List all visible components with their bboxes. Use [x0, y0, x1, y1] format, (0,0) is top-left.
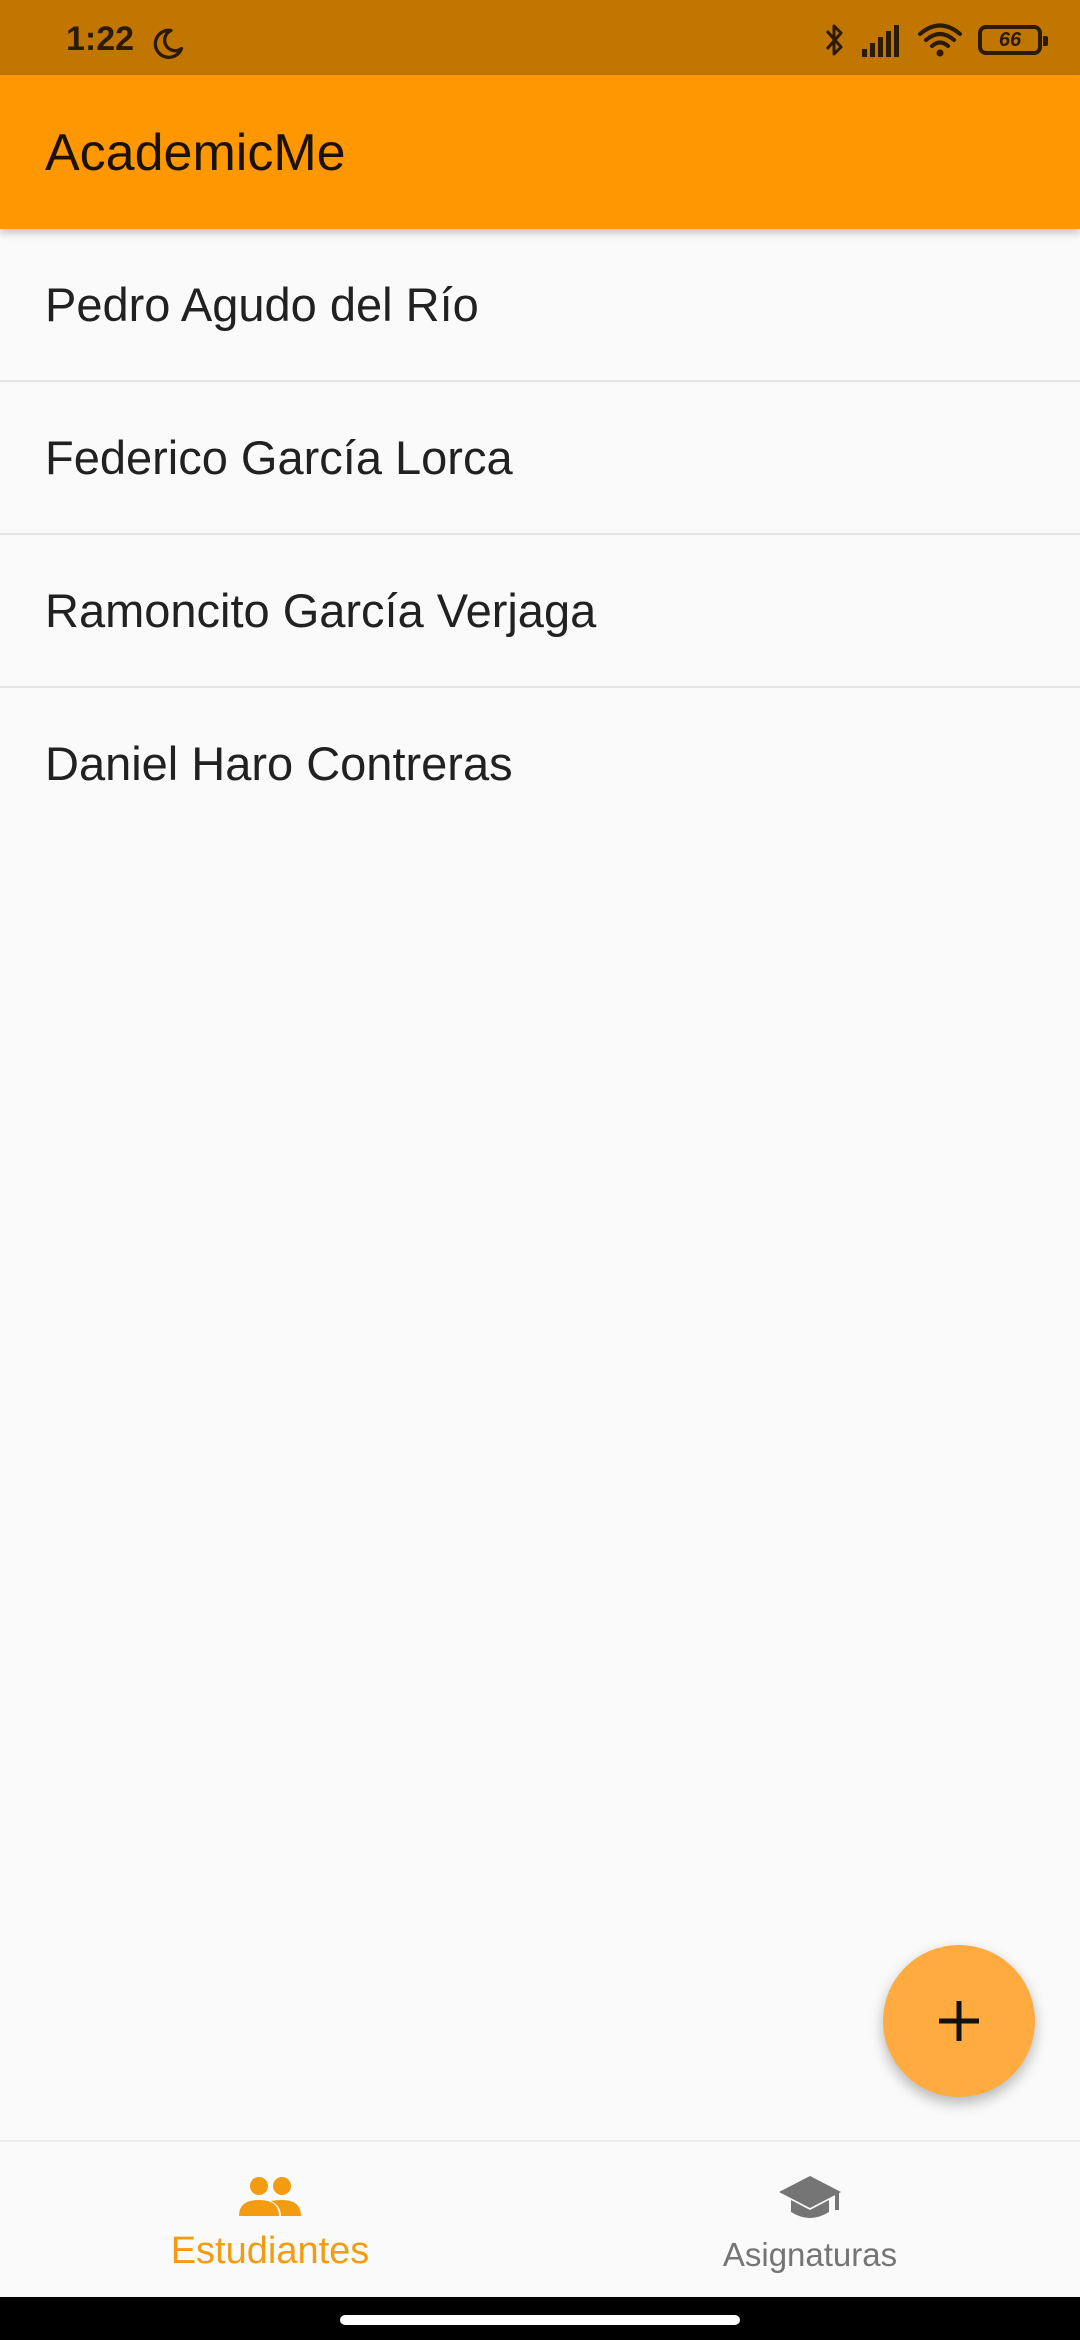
signal-icon [862, 25, 899, 57]
home-indicator[interactable] [340, 2315, 740, 2325]
plus-icon [939, 2001, 979, 2041]
school-icon [779, 2176, 841, 2218]
status-icons: 66 [822, 20, 1048, 60]
student-list-item[interactable]: Ramoncito García Verjaga [0, 535, 1080, 688]
student-name: Ramoncito García Verjaga [45, 584, 597, 637]
tab-asignaturas[interactable]: Asignaturas [540, 2142, 1080, 2297]
moon-icon [153, 28, 184, 59]
battery-level: 66 [998, 28, 1022, 51]
screen: 1:22 66 AcademicMe Pedro Agudo del Río F… [0, 0, 1080, 2340]
status-bar: 1:22 66 [0, 0, 1080, 75]
tab-estudiantes[interactable]: Estudiantes [0, 2142, 540, 2297]
student-list: Pedro Agudo del Río Federico García Lorc… [0, 229, 1080, 841]
bluetooth-icon [825, 24, 843, 56]
student-name: Federico García Lorca [45, 431, 513, 484]
student-list-item[interactable]: Federico García Lorca [0, 382, 1080, 535]
wifi-icon [918, 23, 962, 57]
system-navigation-bar [0, 2297, 1080, 2340]
app-bar: AcademicMe [0, 75, 1080, 229]
people-icon [239, 2177, 301, 2216]
student-name: Daniel Haro Contreras [45, 737, 513, 790]
battery-icon: 66 [978, 25, 1048, 55]
add-student-button[interactable] [883, 1945, 1035, 2097]
tab-asignaturas-label: Asignaturas [722, 2236, 898, 2273]
tab-estudiantes-label: Estudiantes [170, 2230, 370, 2272]
student-name: Pedro Agudo del Río [45, 278, 479, 331]
app-title: AcademicMe [45, 124, 346, 182]
status-time: 1:22 [66, 20, 135, 58]
student-list-item[interactable]: Daniel Haro Contreras [0, 688, 1080, 841]
student-list-item[interactable]: Pedro Agudo del Río [0, 229, 1080, 382]
bottom-navigation: Estudiantes Asignaturas [0, 2140, 1080, 2297]
